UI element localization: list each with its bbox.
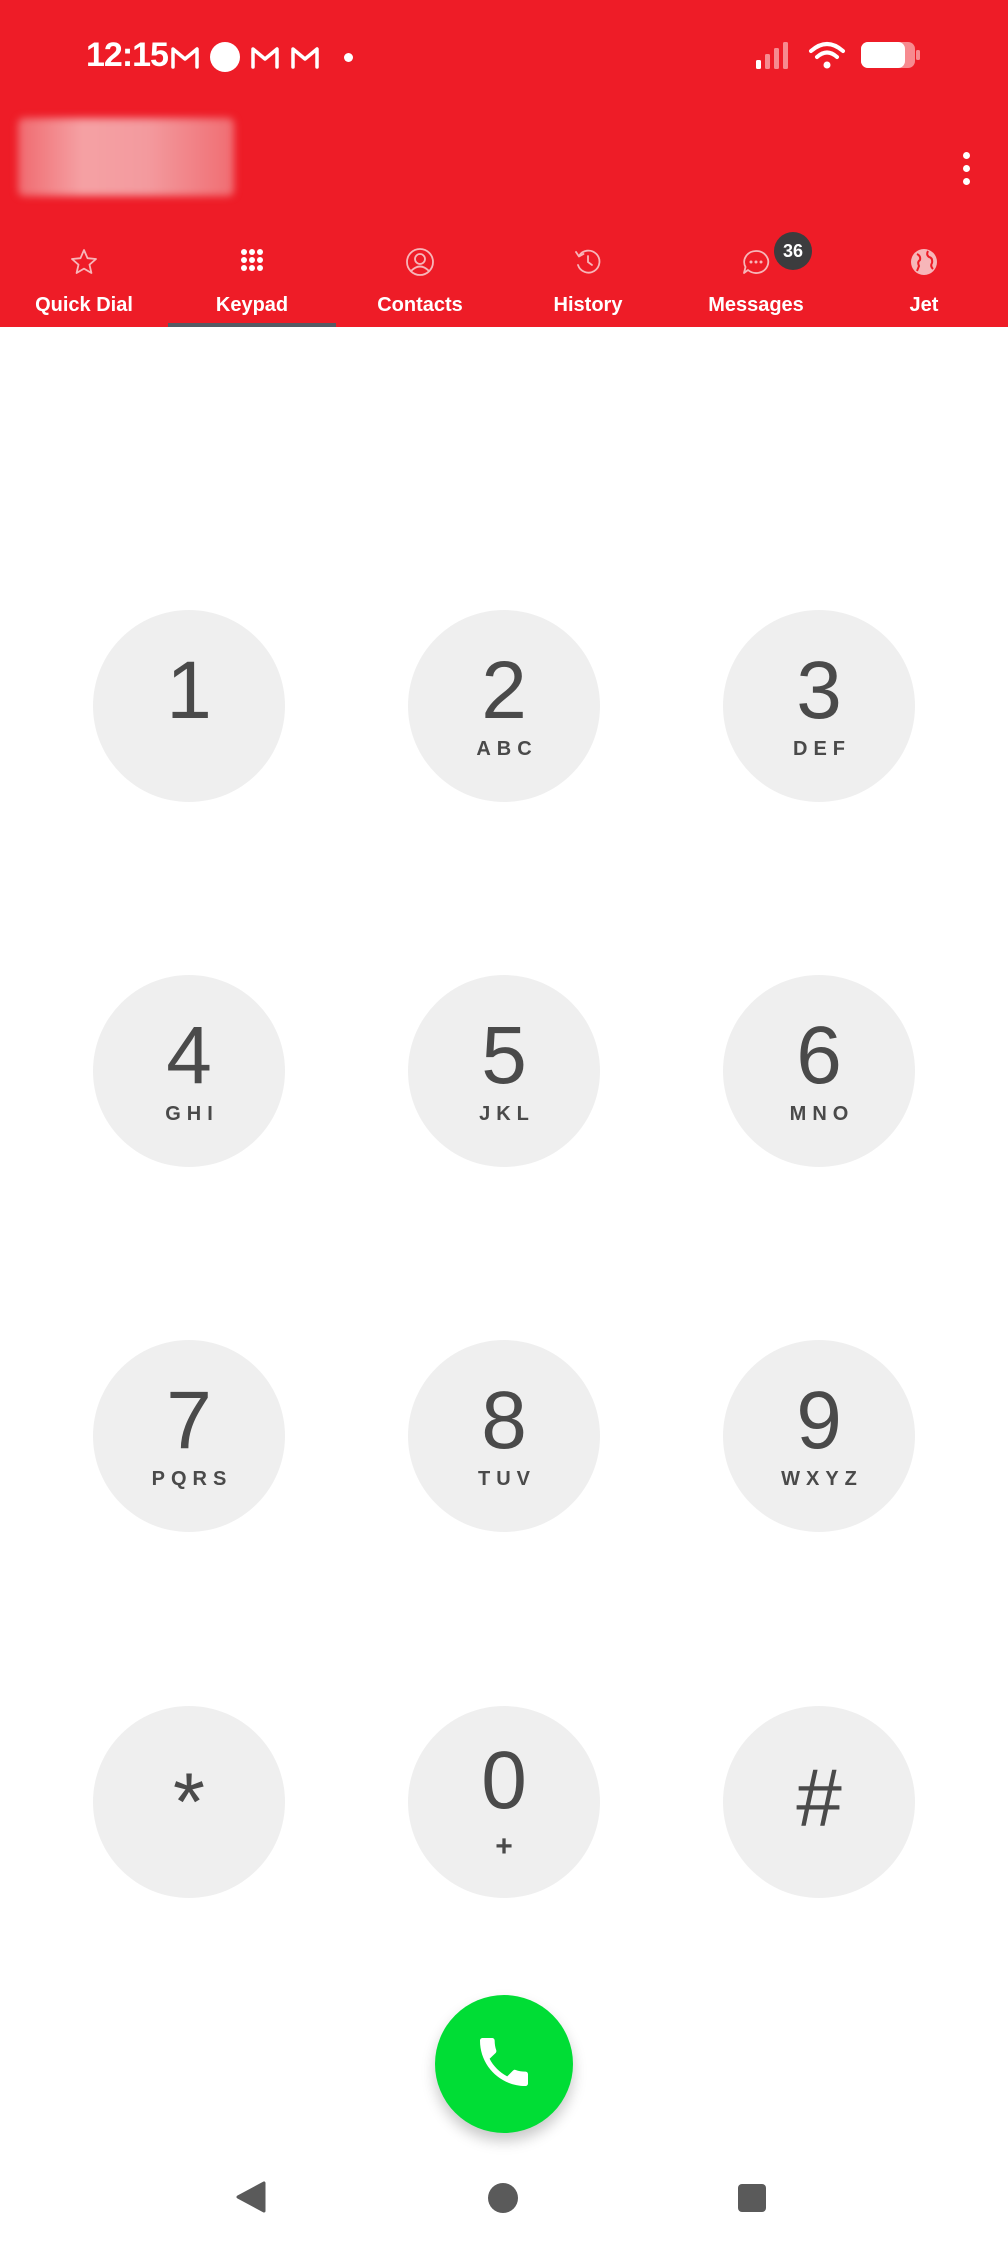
key-letters: DEF [793, 738, 851, 760]
tab-messages[interactable]: 36 Messages [672, 232, 840, 327]
wifi-icon [808, 40, 846, 75]
cellular-signal-icon [754, 40, 794, 75]
key-letters: TUV [478, 1468, 536, 1490]
key-letters: ABC [476, 738, 538, 760]
star-icon [68, 246, 100, 278]
battery-icon [860, 40, 922, 75]
dialpad-icon [236, 246, 268, 278]
key-digit: 5 [481, 1010, 527, 1101]
key-6[interactable]: 6 MNO [723, 975, 915, 1167]
history-icon [572, 246, 604, 278]
gmail-icon [170, 45, 200, 69]
key-digit: 4 [166, 1010, 212, 1101]
notification-icons [170, 40, 353, 74]
recents-icon[interactable] [737, 2183, 767, 2218]
key-2[interactable]: 2 ABC [408, 610, 600, 802]
key-digit: 2 [481, 645, 527, 736]
key-digit: 9 [796, 1375, 842, 1466]
person-circle-icon [404, 246, 436, 278]
key-4[interactable]: 4 GHI [93, 975, 285, 1167]
circle-notification-icon [210, 42, 240, 72]
tab-bar: Quick Dial Keypad Contacts History 36 Me… [0, 232, 1008, 327]
key-star[interactable]: * [93, 1706, 285, 1898]
key-letters: JKL [479, 1103, 535, 1125]
gmail-icon [290, 45, 320, 69]
key-digit: 6 [796, 1010, 842, 1101]
gmail-icon [250, 45, 280, 69]
key-digit: 0 [481, 1735, 527, 1826]
status-bar: 12:15 [0, 0, 1008, 116]
tab-label: Contacts [377, 294, 463, 316]
key-1[interactable]: 1 [93, 610, 285, 802]
key-digit: 3 [796, 645, 842, 736]
call-button[interactable] [435, 1995, 573, 2133]
key-hash[interactable]: # [723, 1706, 915, 1898]
back-icon[interactable] [234, 2180, 268, 2219]
key-letters: MNO [789, 1103, 855, 1125]
status-time: 12:15 [86, 36, 169, 74]
key-digit: 1 [166, 645, 212, 736]
app-header: 12:15 Quick Dial Keypad Contacts History… [0, 0, 1008, 327]
key-digit: 7 [166, 1375, 212, 1466]
tab-label: Quick Dial [35, 294, 133, 316]
more-options-button[interactable] [950, 144, 982, 192]
tab-quick-dial[interactable]: Quick Dial [0, 232, 168, 327]
more-vertical-icon [962, 151, 970, 159]
key-8[interactable]: 8 TUV [408, 1340, 600, 1532]
more-notifications-dot-icon [344, 52, 353, 62]
key-5[interactable]: 5 JKL [408, 975, 600, 1167]
key-digit: 8 [481, 1375, 527, 1466]
tab-history[interactable]: History [504, 232, 672, 327]
home-icon[interactable] [487, 2182, 519, 2219]
chat-bubble-icon [740, 246, 772, 278]
globe-icon [908, 246, 940, 278]
account-name-blurred [18, 118, 234, 196]
unread-messages-badge: 36 [774, 232, 812, 270]
tab-label: Jet [909, 294, 939, 316]
key-letters: GHI [165, 1103, 219, 1125]
key-9[interactable]: 9 WXYZ [723, 1340, 915, 1532]
key-digit: # [796, 1753, 842, 1844]
key-letters: WXYZ [781, 1468, 863, 1490]
key-digit: * [173, 1757, 205, 1848]
key-letters: PQRS [151, 1468, 233, 1490]
tab-label: Keypad [215, 294, 289, 316]
key-3[interactable]: 3 DEF [723, 610, 915, 802]
key-0[interactable]: 0 + [408, 1706, 600, 1898]
key-7[interactable]: 7 PQRS [93, 1340, 285, 1532]
phone-icon [472, 2030, 536, 2099]
tab-keypad[interactable]: Keypad [168, 232, 336, 327]
system-icons [754, 40, 922, 75]
tab-contacts[interactable]: Contacts [336, 232, 504, 327]
tab-label: Messages [708, 294, 804, 316]
key-letters: + [495, 1830, 513, 1863]
tab-jet[interactable]: Jet [840, 232, 1008, 327]
tab-label: History [553, 294, 623, 316]
